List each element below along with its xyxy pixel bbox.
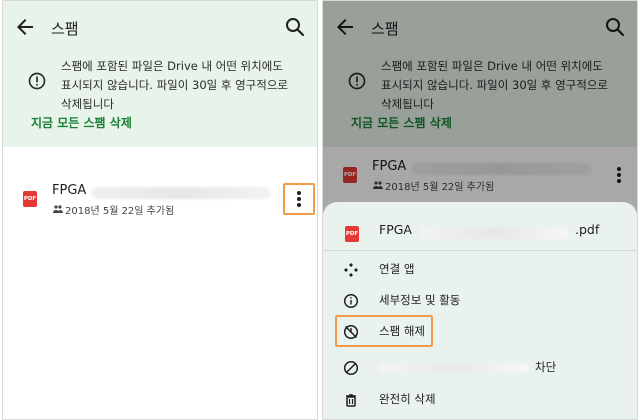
- file-added-date: 2018년 5월 22일 추가됨: [65, 206, 175, 217]
- highlight-not-spam: [335, 315, 433, 347]
- divider: [323, 250, 637, 251]
- shared-people-icon: [53, 205, 63, 213]
- spam-screen-right: 스팸 스팸에 포함된 파일은 Drive 내 어떤 위치에도 표시되지 않습니다…: [322, 0, 638, 420]
- menu-label: 세부정보 및 활동: [379, 293, 461, 307]
- alert-circle-icon: [28, 72, 46, 90]
- sheet-file-extension: .pdf: [575, 222, 600, 237]
- menu-item-connected-apps[interactable]: 연결 앱: [323, 256, 637, 284]
- redacted-file-name: [419, 227, 569, 239]
- pdf-file-icon: PDF: [345, 226, 359, 242]
- menu-label: 완전히 삭제: [379, 392, 436, 406]
- search-icon[interactable]: [283, 15, 307, 39]
- trash-icon: [346, 394, 356, 407]
- redacted-file-name: [91, 187, 271, 199]
- back-arrow-icon[interactable]: [13, 15, 37, 39]
- highlight-more-options: [283, 183, 315, 215]
- comparison-stage: 스팸 스팸에 포함된 파일은 Drive 내 어떤 위치에도 표시되지 않습니다…: [0, 0, 640, 420]
- file-name: FPGA: [52, 183, 87, 198]
- menu-item-details-activity[interactable]: 세부정보 및 활동: [323, 287, 637, 315]
- bottom-sheet-menu: PDF FPGA .pdf 연결 앱 세부정보 및 활동 스팸 해제 차단 완전…: [323, 202, 637, 419]
- file-row[interactable]: PDF FPGA 2018년 5월 22일 추가됨: [3, 175, 317, 225]
- apps-icon: [344, 263, 358, 277]
- menu-item-block[interactable]: 차단: [323, 354, 637, 382]
- menu-item-delete-forever[interactable]: 완전히 삭제: [323, 386, 637, 414]
- redacted-user-name: [379, 363, 529, 373]
- pdf-file-icon: PDF: [23, 191, 37, 207]
- banner-text: 스팸에 포함된 파일은 Drive 내 어떤 위치에도 표시되지 않습니다. 파…: [61, 59, 289, 111]
- page-title: 스팸: [51, 20, 79, 38]
- delete-all-spam-button[interactable]: 지금 모든 스팸 삭제: [31, 114, 132, 131]
- menu-label: 연결 앱: [379, 262, 415, 276]
- top-app-bar: 스팸: [3, 1, 317, 57]
- spam-info-banner: 스팸에 포함된 파일은 Drive 내 어떤 위치에도 표시되지 않습니다. 파…: [3, 57, 317, 147]
- block-icon: [343, 360, 359, 376]
- menu-label-suffix: 차단: [535, 360, 557, 374]
- menu-item-not-spam[interactable]: 스팸 해제: [323, 315, 637, 347]
- info-icon: [343, 293, 359, 309]
- sheet-file-name: FPGA: [379, 222, 412, 237]
- spam-screen-left: 스팸 스팸에 포함된 파일은 Drive 내 어떤 위치에도 표시되지 않습니다…: [2, 0, 318, 420]
